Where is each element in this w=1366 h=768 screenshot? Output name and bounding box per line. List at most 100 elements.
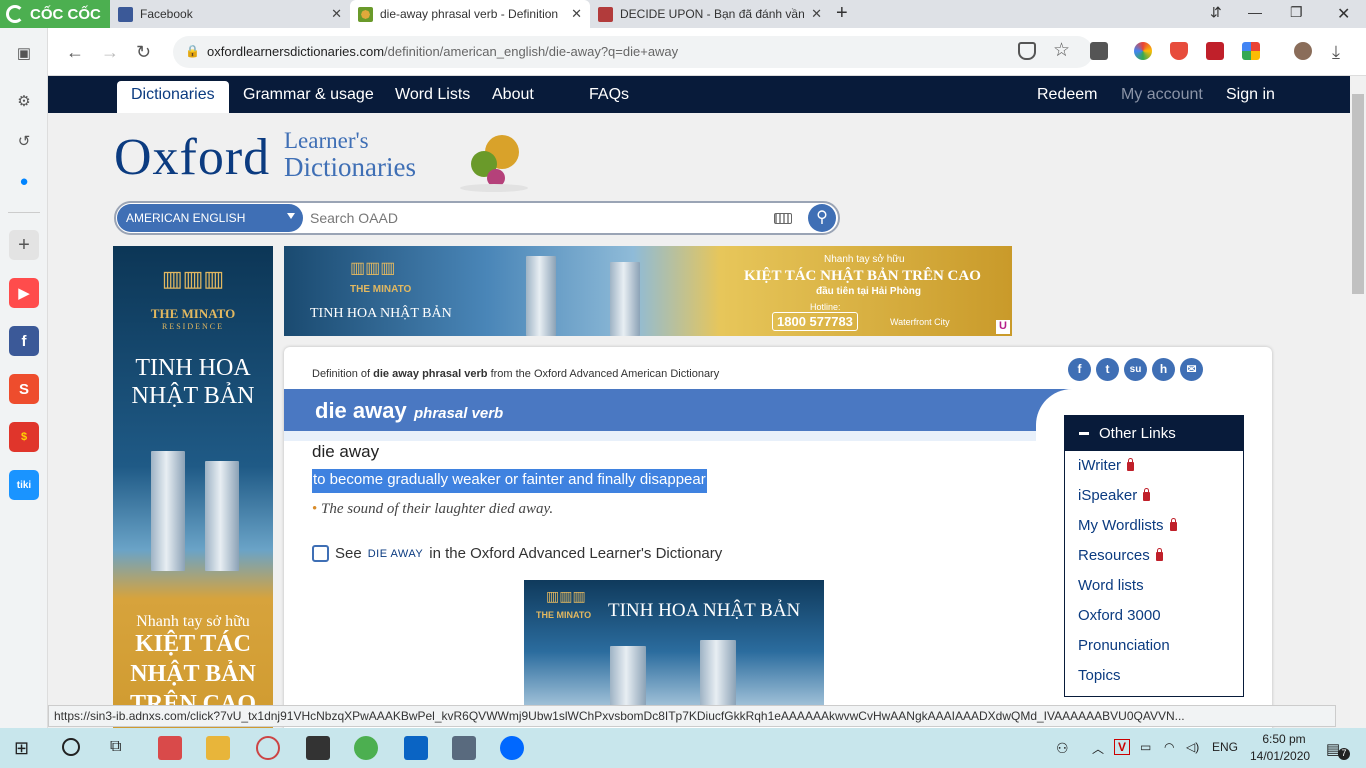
file-explorer-icon[interactable] — [206, 736, 230, 760]
status-bar-url: https://sin3-ib.adnxs.com/click?7vU_tx1d… — [48, 705, 1336, 727]
hatena-share-icon[interactable]: h — [1152, 358, 1175, 381]
language-indicator[interactable]: ENG — [1212, 740, 1238, 754]
people-icon[interactable]: ⚇ — [1056, 740, 1069, 757]
coccoc-taskbar-icon[interactable] — [354, 736, 378, 760]
inline-banner-ad[interactable]: ▥▥▥ THE MINATO TINH HOA NHẬT BẢN — [524, 580, 824, 710]
tiki-icon[interactable]: tiki — [9, 470, 39, 500]
back-button[interactable]: ← — [66, 42, 84, 63]
nav-my-account[interactable]: My account — [1121, 86, 1203, 104]
color-extension-icon[interactable] — [1242, 42, 1260, 60]
history-icon[interactable]: ↺ — [9, 126, 39, 156]
youtube-icon[interactable]: ▶ — [9, 278, 39, 308]
chrome-extension-icon[interactable] — [1134, 42, 1152, 60]
wifi-icon[interactable]: ◠ — [1164, 740, 1174, 754]
link-iwriter[interactable]: iWriter — [1078, 457, 1135, 474]
search-icon[interactable] — [62, 738, 80, 756]
link-ispeaker[interactable]: iSpeaker — [1078, 487, 1151, 504]
facebook-app-icon[interactable]: f — [9, 326, 39, 356]
new-tab-button[interactable]: + — [836, 2, 848, 25]
see-also-link[interactable]: DIE AWAY — [368, 548, 424, 560]
clock-time[interactable]: 6:50 pm — [1254, 732, 1314, 746]
url-bar[interactable]: 🔒 oxfordlearnersdictionaries.com/definit… — [173, 36, 1093, 68]
app-icon[interactable] — [452, 736, 476, 760]
sale-tet-icon[interactable]: $ — [9, 422, 39, 452]
ad-brand-logo-icon: ▥▥▥ — [161, 266, 225, 291]
sticky-notes-icon[interactable] — [306, 736, 330, 760]
download-page-icon[interactable] — [1090, 42, 1108, 60]
link-topics[interactable]: Topics — [1078, 667, 1121, 684]
nav-redeem[interactable]: Redeem — [1037, 86, 1097, 104]
task-view-icon[interactable]: ⧉ — [110, 738, 121, 756]
add-app-icon[interactable]: + — [9, 230, 39, 260]
sense-headword: die away — [312, 442, 380, 461]
facebook-share-icon[interactable]: f — [1068, 358, 1091, 381]
top-ad-tagline: TINH HOA NHẬT BẢN — [310, 306, 452, 321]
maximize-button[interactable]: ❐ — [1290, 4, 1303, 21]
vietkey-icon[interactable]: V — [1114, 739, 1130, 755]
nav-dictionaries[interactable]: Dictionaries — [117, 81, 229, 113]
zalo-icon[interactable] — [500, 736, 524, 760]
top-ad-hotline-label: Hotline: — [810, 302, 841, 312]
nav-faqs[interactable]: FAQs — [589, 86, 629, 104]
bookmark-star-icon[interactable]: ☆ — [1053, 39, 1070, 62]
close-tab-icon[interactable]: ✕ — [331, 6, 342, 22]
tower-graphic — [151, 451, 185, 571]
tray-chevron-icon[interactable]: ︿ — [1092, 740, 1104, 757]
close-tab-icon[interactable]: ✕ — [811, 6, 822, 22]
link-word-lists[interactable]: Word lists — [1078, 577, 1144, 594]
top-ad-hotline: 1800 577783 — [772, 312, 858, 331]
tower-graphic — [610, 646, 646, 710]
nav-sign-in[interactable]: Sign in — [1226, 86, 1275, 104]
tab-search-icon[interactable]: ⇵ — [1210, 4, 1222, 21]
profile-avatar[interactable] — [1294, 42, 1312, 60]
external-link-icon[interactable] — [312, 545, 329, 562]
close-window-button[interactable]: ✕ — [1337, 4, 1350, 24]
stumbleupon-share-icon[interactable]: su — [1124, 358, 1147, 381]
left-banner-ad[interactable]: ▥▥▥ THE MINATO RESIDENCE TINH HOA NHẬT B… — [113, 246, 273, 728]
tab-facebook[interactable]: Facebook ✕ — [110, 0, 350, 28]
link-my-wordlists[interactable]: My Wordlists — [1078, 517, 1177, 534]
search-button[interactable]: ⚲ — [808, 204, 836, 232]
shield-icon[interactable] — [1018, 42, 1036, 60]
top-banner-ad[interactable]: ▥▥▥ THE MINATO TINH HOA NHẬT BẢN Nhanh t… — [284, 246, 1012, 336]
sidebar-toggle-icon[interactable]: ▣ — [9, 38, 39, 68]
dictionary-select[interactable]: AMERICAN ENGLISH — [117, 204, 303, 232]
email-share-icon[interactable]: ✉ — [1180, 358, 1203, 381]
red-extension-icon[interactable] — [1206, 42, 1224, 60]
messenger-icon[interactable]: ● — [9, 166, 39, 196]
paint-icon[interactable] — [256, 736, 280, 760]
search-input[interactable]: Search OAAD — [310, 210, 398, 226]
scrollbar-thumb[interactable] — [1352, 94, 1364, 294]
link-oxford-3000[interactable]: Oxford 3000 — [1078, 607, 1161, 624]
oxford-logo[interactable]: Oxford Learner's Dictionaries — [114, 128, 528, 192]
ad-badge: U — [996, 320, 1010, 334]
forward-button[interactable]: → — [101, 42, 119, 63]
battery-icon[interactable]: ▭ — [1140, 740, 1151, 754]
nav-about[interactable]: About — [492, 86, 534, 104]
minimize-button[interactable]: — — [1248, 4, 1262, 20]
clock-date[interactable]: 14/01/2020 — [1250, 749, 1310, 763]
link-pronunciation[interactable]: Pronunciation — [1078, 637, 1170, 654]
downloads-icon[interactable]: ⤓ — [1332, 42, 1340, 63]
tower-graphic — [700, 640, 736, 710]
twitter-share-icon[interactable]: t — [1096, 358, 1119, 381]
other-links-header[interactable]: Other Links — [1065, 416, 1243, 451]
ad-brand-logo-icon: ▥▥▥ — [350, 260, 396, 277]
app-icon[interactable] — [158, 736, 182, 760]
reload-button[interactable]: ↻ — [136, 42, 151, 63]
tab-oxford-die-away[interactable]: die-away phrasal verb - Definition ✕ — [350, 0, 590, 28]
outlook-icon[interactable] — [404, 736, 428, 760]
windows-start-icon[interactable]: ⊞ — [14, 738, 29, 759]
example-sentence: • The sound of their laughter died away. — [312, 501, 554, 517]
keyboard-icon[interactable] — [774, 213, 792, 224]
volume-icon[interactable]: ◁) — [1186, 740, 1199, 754]
nav-word-lists[interactable]: Word Lists — [395, 86, 470, 104]
link-resources[interactable]: Resources — [1078, 547, 1163, 564]
coccoc-logo[interactable]: CỐC CỐC — [0, 0, 110, 28]
tab-decide-upon[interactable]: DECIDE UPON - Bạn đã đánh vần c ✕ — [590, 0, 830, 28]
adblock-icon[interactable] — [1170, 42, 1188, 60]
shopee-icon[interactable]: S — [9, 374, 39, 404]
nav-grammar-usage[interactable]: Grammar & usage — [243, 86, 374, 104]
close-tab-icon[interactable]: ✕ — [571, 6, 582, 22]
settings-icon[interactable]: ⚙ — [9, 86, 39, 116]
